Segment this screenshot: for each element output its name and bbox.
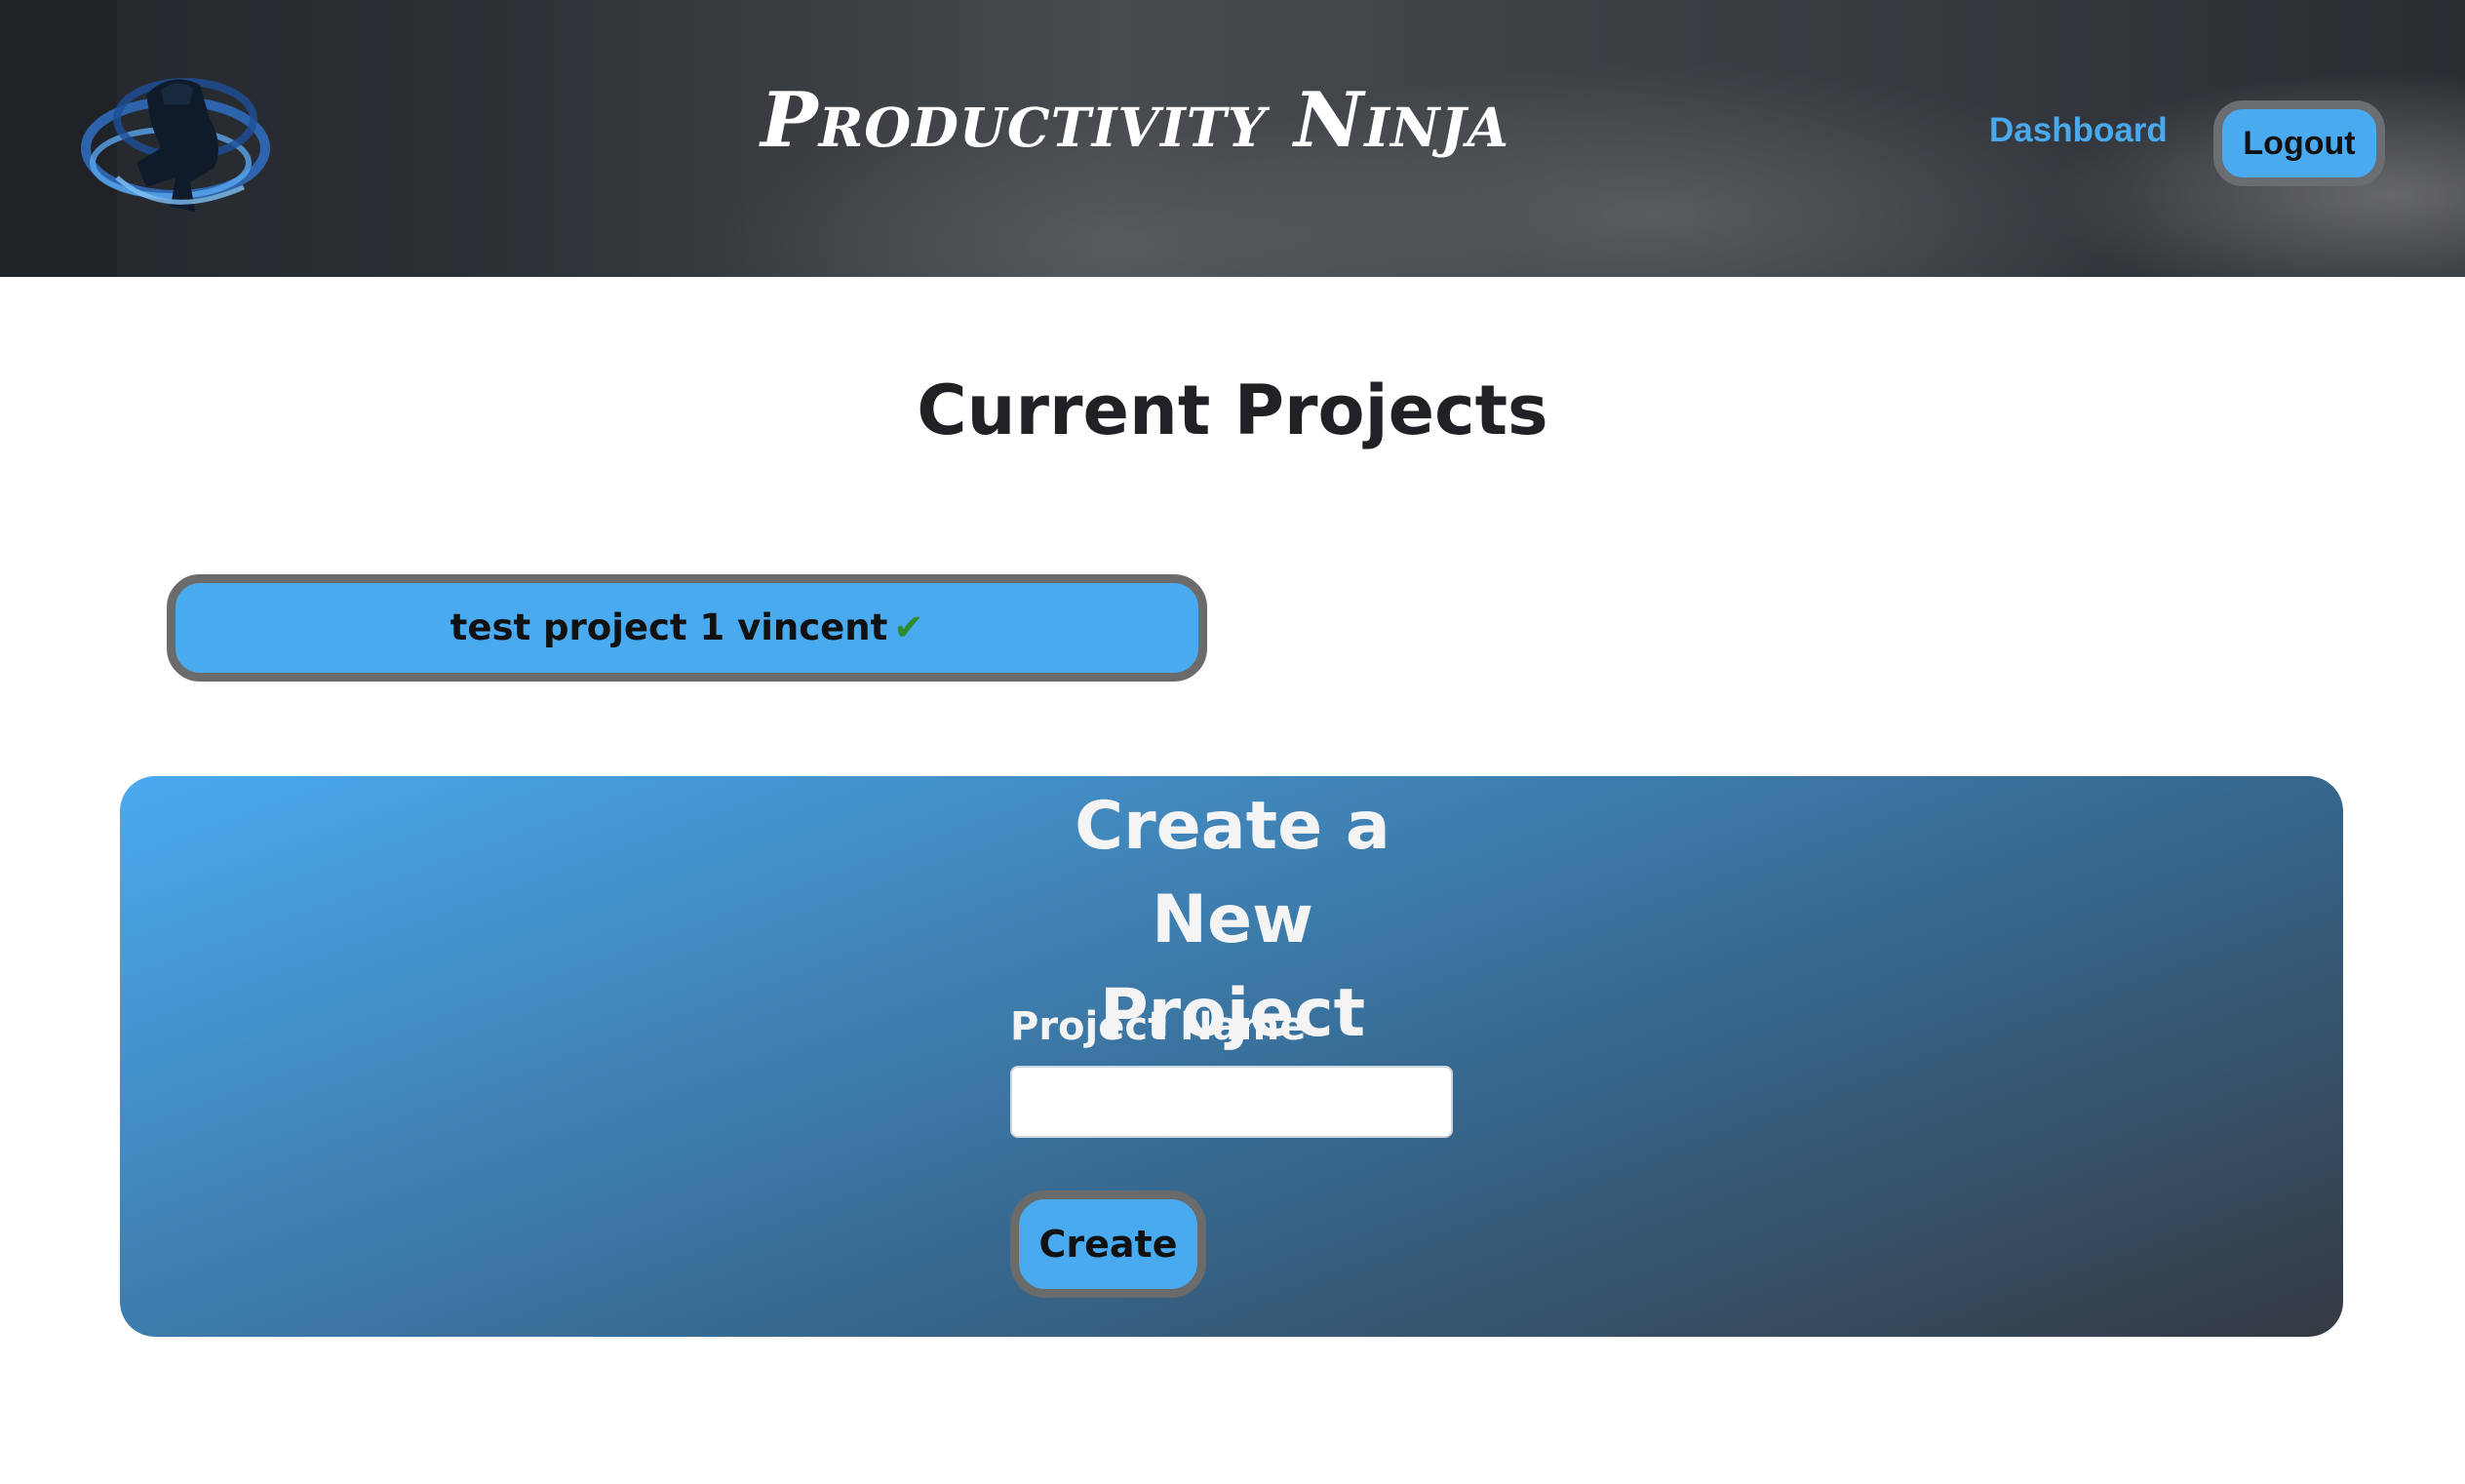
checkmark-icon: ✔ <box>893 606 924 648</box>
create-button[interactable]: Create <box>1010 1191 1206 1298</box>
brand-title[interactable]: Productivity Ninja <box>0 76 2270 165</box>
project-name: test project 1 vincent <box>450 606 888 648</box>
project-item[interactable]: test project 1 vincent ✔ <box>167 574 1207 682</box>
page-title: Current Projects <box>917 371 1548 450</box>
logout-button[interactable]: Logout <box>2213 100 2385 186</box>
project-name-label: Project Name <box>1010 1004 1307 1049</box>
project-name-input[interactable] <box>1010 1066 1453 1138</box>
site-header: Productivity Ninja Dashboard Logout <box>0 0 2465 277</box>
nav-dashboard-link[interactable]: Dashboard <box>1989 111 2168 150</box>
